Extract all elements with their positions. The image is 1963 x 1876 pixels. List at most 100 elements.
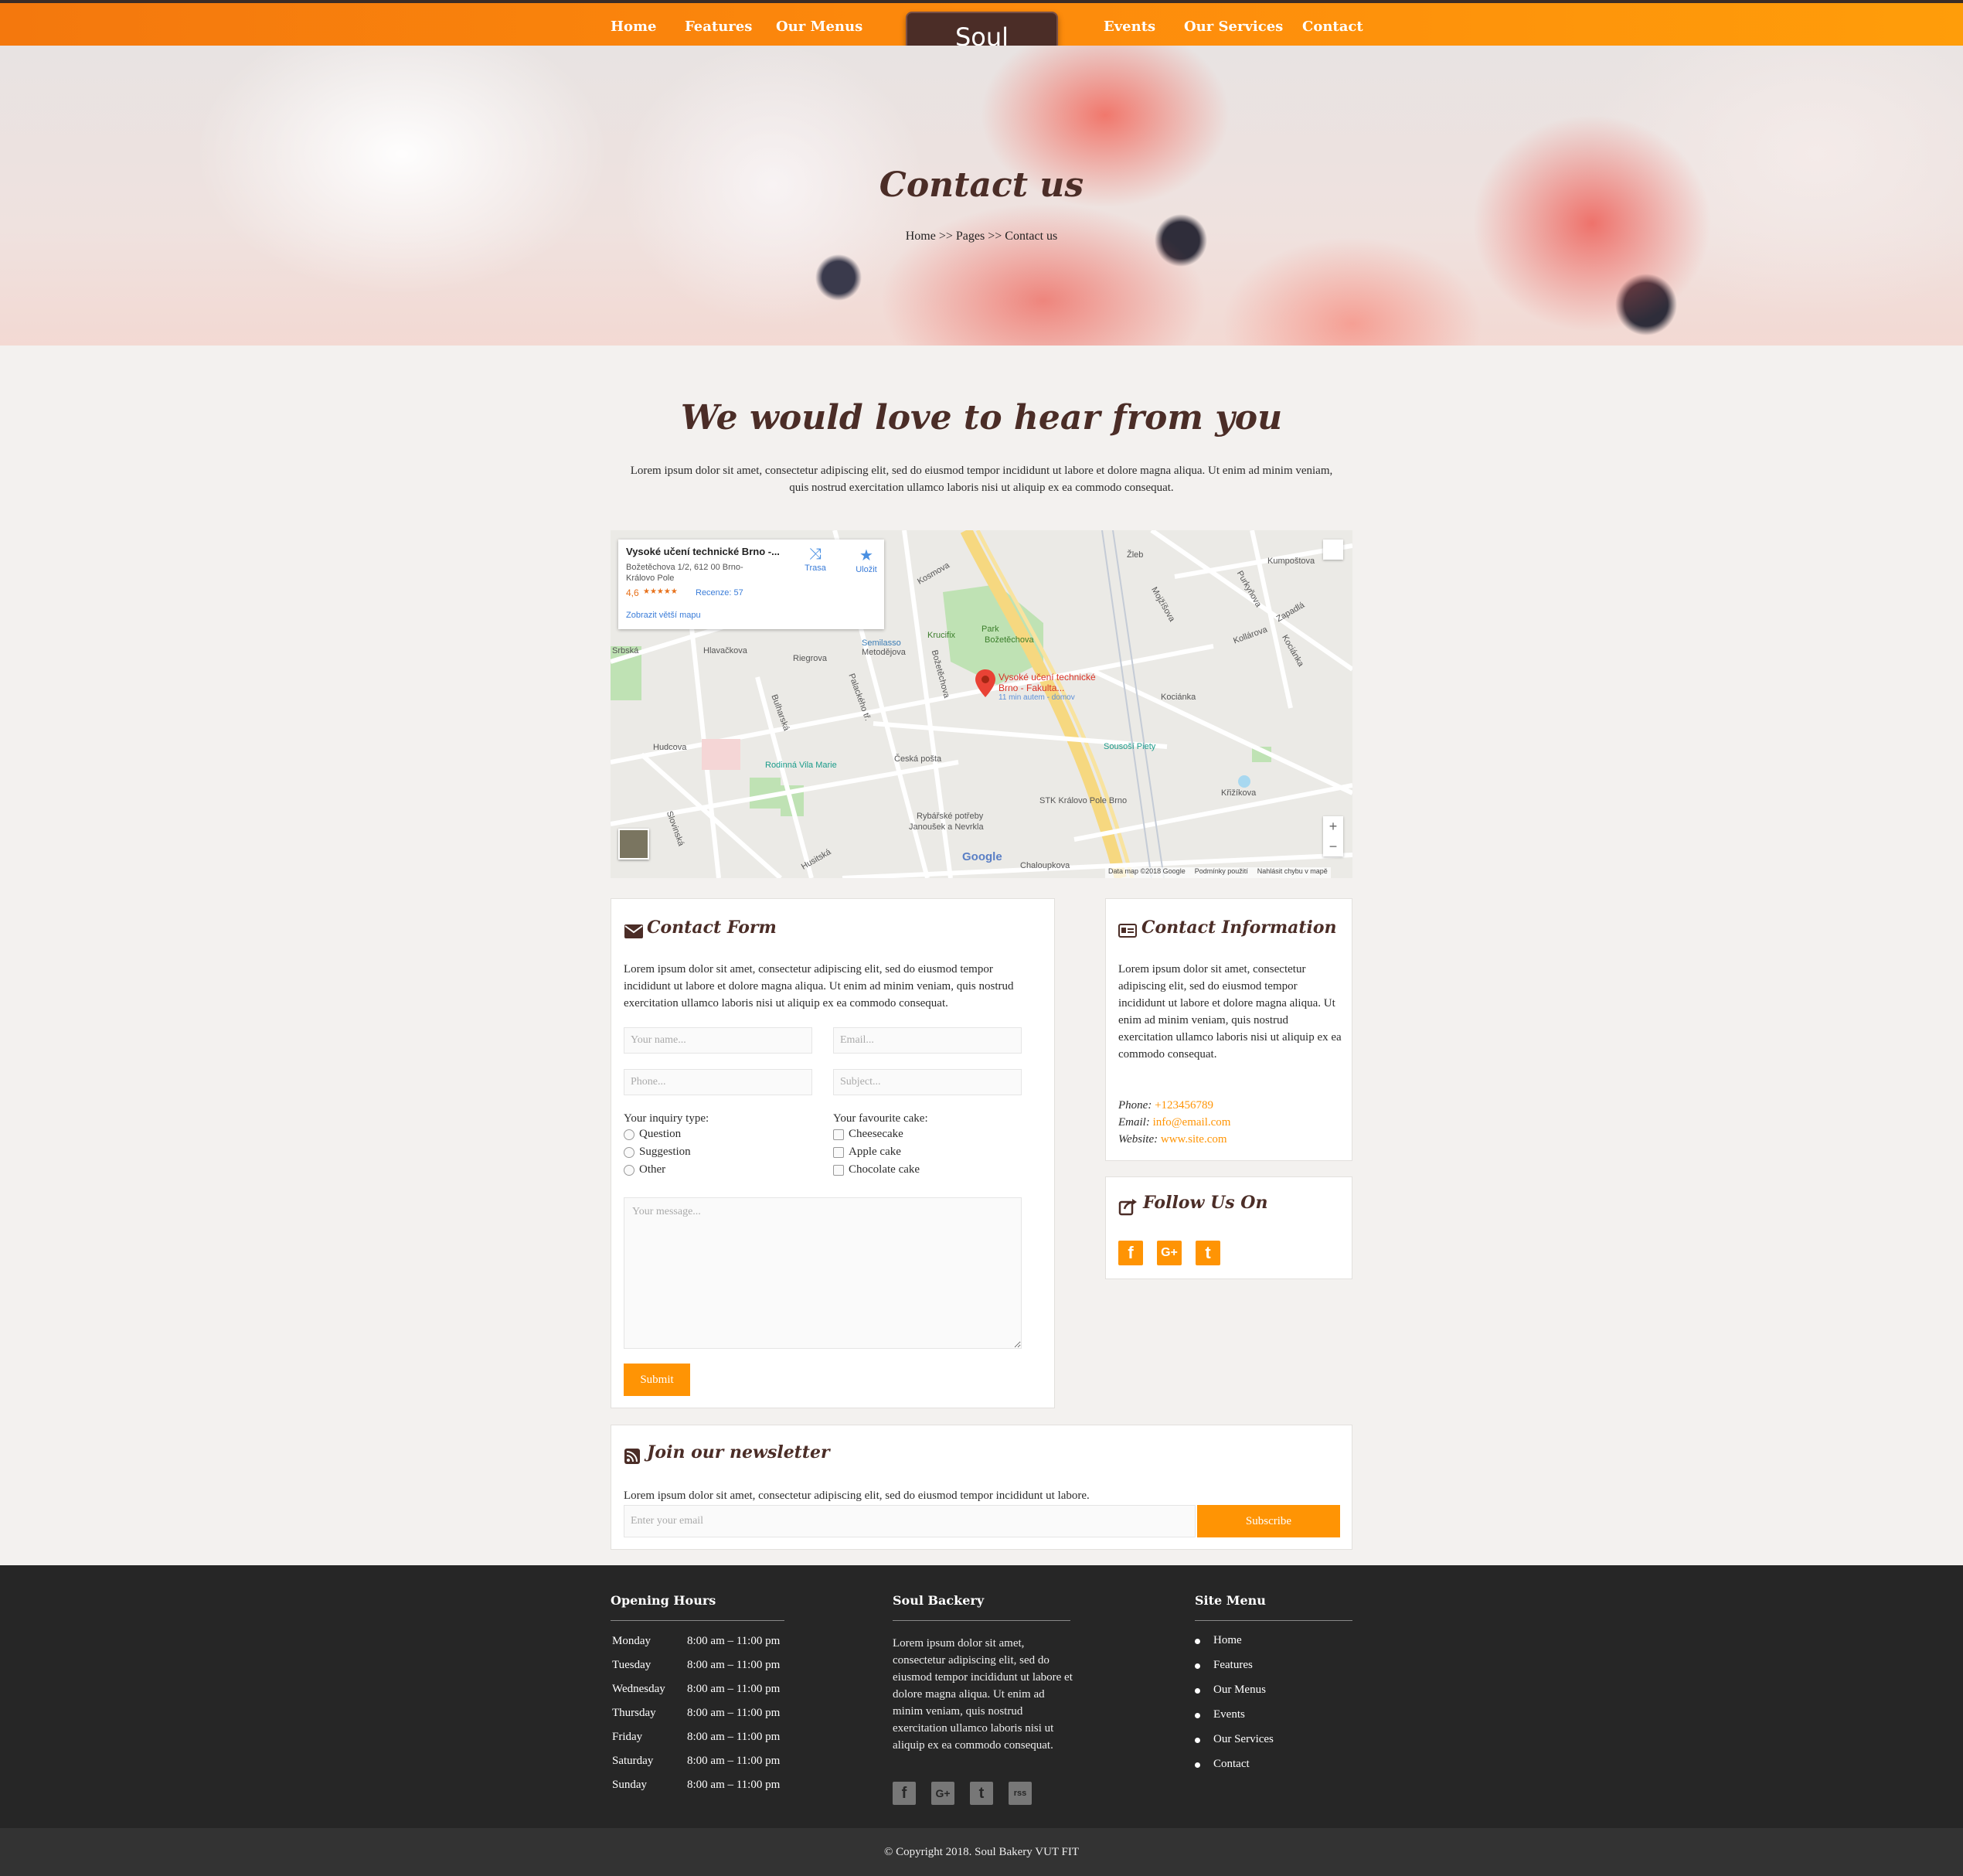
map-label-zleb: Žleb [1127, 550, 1144, 560]
checkbox[interactable] [833, 1146, 844, 1158]
map-report-link[interactable]: Nahlásit chybu v mapě [1257, 867, 1328, 878]
radio-button[interactable] [624, 1129, 634, 1140]
place-reviews-link[interactable]: Recenze: 57 [696, 588, 743, 598]
menu-label: Home [1213, 1634, 1242, 1646]
bullet-icon [1195, 1713, 1200, 1718]
save-label: Uložit [856, 565, 877, 574]
map-label-kumpostova: Kumpoštova [1267, 557, 1315, 566]
id-card-icon [1118, 924, 1137, 938]
place-address-2: Královo Pole [626, 574, 675, 583]
email-link[interactable]: info@email.com [1153, 1116, 1231, 1129]
day: Monday [612, 1635, 651, 1647]
footer-twitter-icon[interactable]: t [970, 1782, 993, 1805]
phone-label: Phone: [1118, 1099, 1152, 1112]
radio-button[interactable] [624, 1164, 634, 1176]
subject-input[interactable] [833, 1069, 1022, 1095]
newsletter-email-input[interactable] [624, 1505, 1196, 1537]
time: 8:00 am – 11:00 pm [687, 1731, 781, 1743]
email-input[interactable] [833, 1027, 1022, 1054]
map-label-ceska-posta: Česká pošta [894, 754, 942, 764]
map-data-credit: Data map ©2018 Google [1108, 867, 1186, 875]
checkbox[interactable] [833, 1164, 844, 1176]
breadcrumb-pages[interactable]: Pages [956, 230, 985, 243]
cake-option-chocolate[interactable]: Chocolate cake [833, 1163, 920, 1176]
website-link[interactable]: www.site.com [1161, 1133, 1227, 1146]
nav-events[interactable]: Events [1104, 19, 1155, 35]
day: Saturday [612, 1755, 654, 1767]
site-menu-title: Site Menu [1195, 1593, 1266, 1608]
zoom-in-button[interactable]: + [1323, 816, 1343, 836]
footer-menu-events[interactable]: Events [1195, 1708, 1274, 1733]
save-place-button[interactable]: ★ Uložit [847, 546, 886, 574]
place-name[interactable]: Vysoké učení technické Brno -... [626, 546, 780, 557]
subscribe-button[interactable]: Subscribe [1197, 1505, 1340, 1537]
phone-link[interactable]: +123456789 [1155, 1099, 1213, 1112]
zoom-out-button[interactable]: − [1323, 836, 1343, 856]
inquiry-option-question[interactable]: Question [624, 1128, 681, 1141]
bigger-map-link[interactable]: Zobrazit větší mapu [626, 611, 701, 620]
map-label-semilasso: Semilasso [862, 638, 901, 648]
map-marker-icon[interactable] [975, 669, 995, 697]
satellite-toggle-icon[interactable] [618, 829, 649, 860]
breadcrumb-home[interactable]: Home [906, 230, 936, 243]
hours-row: Sunday 8:00 am – 11:00 pm [612, 1779, 780, 1803]
directions-button[interactable]: ⤨ Trasa [796, 546, 835, 573]
menu-label: Events [1213, 1708, 1245, 1721]
menu-label: Our Menus [1213, 1684, 1266, 1696]
footer-menu-features[interactable]: Features [1195, 1659, 1274, 1684]
map-terms-link[interactable]: Podmínky použití [1195, 867, 1248, 878]
footer-menu-our-services[interactable]: Our Services [1195, 1733, 1274, 1758]
nav-home[interactable]: Home [611, 19, 657, 35]
facebook-icon[interactable]: f [1118, 1241, 1143, 1265]
nav-our-menus[interactable]: Our Menus [776, 19, 862, 35]
phone-row: Phone: +123456789 [1118, 1097, 1213, 1114]
about-title: Soul Backery [893, 1593, 985, 1608]
time: 8:00 am – 11:00 pm [687, 1755, 781, 1767]
street-view-pegman-icon[interactable] [1323, 540, 1343, 560]
breadcrumb-current: Contact us [1005, 230, 1058, 243]
phone-input[interactable] [624, 1069, 812, 1095]
footer-rss-icon[interactable]: rss [1009, 1782, 1032, 1805]
inquiry-option-suggestion[interactable]: Suggestion [624, 1146, 691, 1159]
name-input[interactable] [624, 1027, 812, 1054]
footer-facebook-icon[interactable]: f [893, 1782, 916, 1805]
message-textarea[interactable] [624, 1197, 1022, 1349]
checkbox[interactable] [833, 1129, 844, 1140]
google-map[interactable]: Park Božetěchova Krucifix Semilasso Srbs… [611, 530, 1352, 878]
map-info-card: Vysoké učení technické Brno -... Božetěc… [618, 540, 884, 629]
follow-us-panel: Follow Us On f G+ t [1105, 1176, 1352, 1279]
twitter-icon[interactable]: t [1196, 1241, 1220, 1265]
inquiry-option-other[interactable]: Other [624, 1163, 665, 1176]
share-icon [1118, 1199, 1137, 1216]
day: Sunday [612, 1779, 647, 1791]
cake-option-cheesecake[interactable]: Cheesecake [833, 1128, 903, 1141]
footer-menu-our-menus[interactable]: Our Menus [1195, 1684, 1274, 1708]
bullet-icon [1195, 1688, 1200, 1694]
footer-menu-home[interactable]: Home [1195, 1634, 1274, 1659]
time: 8:00 am – 11:00 pm [687, 1683, 781, 1695]
hours-row: Saturday 8:00 am – 11:00 pm [612, 1755, 780, 1779]
bullet-icon [1195, 1738, 1200, 1743]
radio-button[interactable] [624, 1146, 634, 1158]
opening-hours-list: Monday 8:00 am – 11:00 pm Tuesday 8:00 am … [612, 1635, 780, 1803]
time: 8:00 am – 11:00 pm [687, 1707, 781, 1719]
footer-menu-contact[interactable]: Contact [1195, 1758, 1274, 1782]
google-plus-icon[interactable]: G+ [1157, 1241, 1182, 1265]
divider [1195, 1620, 1352, 1621]
cake-option-apple[interactable]: Apple cake [833, 1146, 901, 1159]
hours-row: Monday 8:00 am – 11:00 pm [612, 1635, 780, 1659]
submit-button[interactable]: Submit [624, 1364, 690, 1396]
nav-our-services[interactable]: Our Services [1184, 19, 1283, 35]
about-text: Lorem ipsum dolor sit amet, consectetur … [893, 1637, 1073, 1752]
menu-label: Contact [1213, 1758, 1250, 1770]
place-rating: 4,6 [626, 587, 639, 598]
star-icon: ★ [859, 547, 873, 564]
time: 8:00 am – 11:00 pm [687, 1779, 781, 1791]
marker-label-line2: Brno - Fakulta... [999, 683, 1065, 693]
nav-contact[interactable]: Contact [1302, 19, 1363, 35]
site-menu: Home Features Our Menus Events Our Servi… [1195, 1634, 1274, 1782]
footer-google-plus-icon[interactable]: G+ [931, 1782, 954, 1805]
page-title: Contact us [879, 165, 1084, 205]
nav-features[interactable]: Features [685, 19, 752, 35]
hours-row: Thursday 8:00 am – 11:00 pm [612, 1707, 780, 1731]
